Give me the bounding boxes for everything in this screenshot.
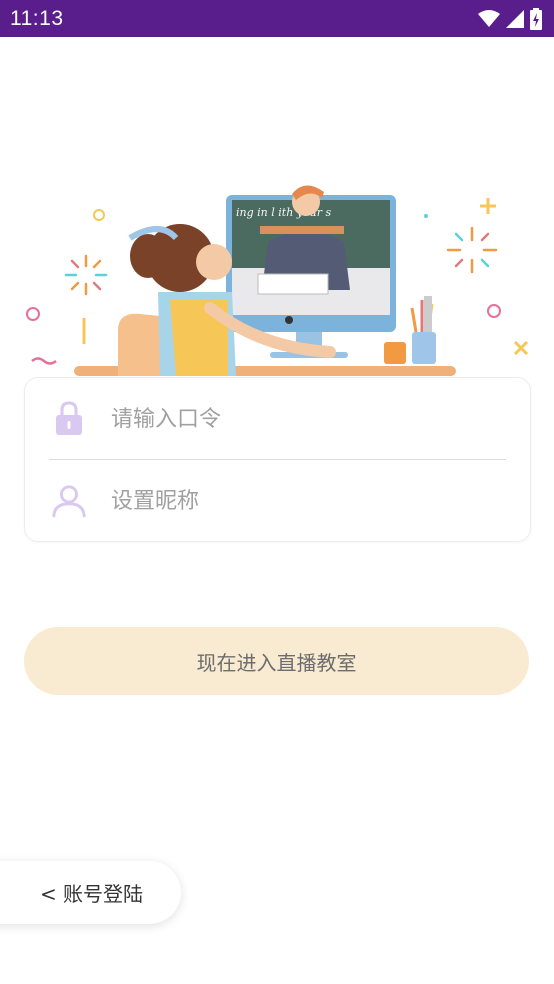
status-icons [478,7,542,30]
sparkle-left [64,254,108,296]
nickname-row [25,460,530,542]
password-row [25,378,530,460]
status-bar: 11:13 [0,0,554,37]
password-input[interactable] [111,399,510,439]
sparkle-right [446,226,498,274]
status-time: 11:13 [10,6,64,30]
account-login-button[interactable]: < 账号登陆 [0,861,181,924]
enter-classroom-button[interactable]: 现在进入直播教室 [24,627,529,695]
signal-icon [506,9,524,28]
wifi-icon [478,9,500,27]
lock-icon [51,399,87,439]
online-class-illustration: ing in l ith your s [26,185,529,376]
pencil-cup [412,332,436,364]
mug [384,342,406,364]
login-card [24,377,531,542]
user-icon [51,481,87,521]
nickname-input[interactable] [111,481,510,521]
battery-charging-icon [530,7,542,30]
